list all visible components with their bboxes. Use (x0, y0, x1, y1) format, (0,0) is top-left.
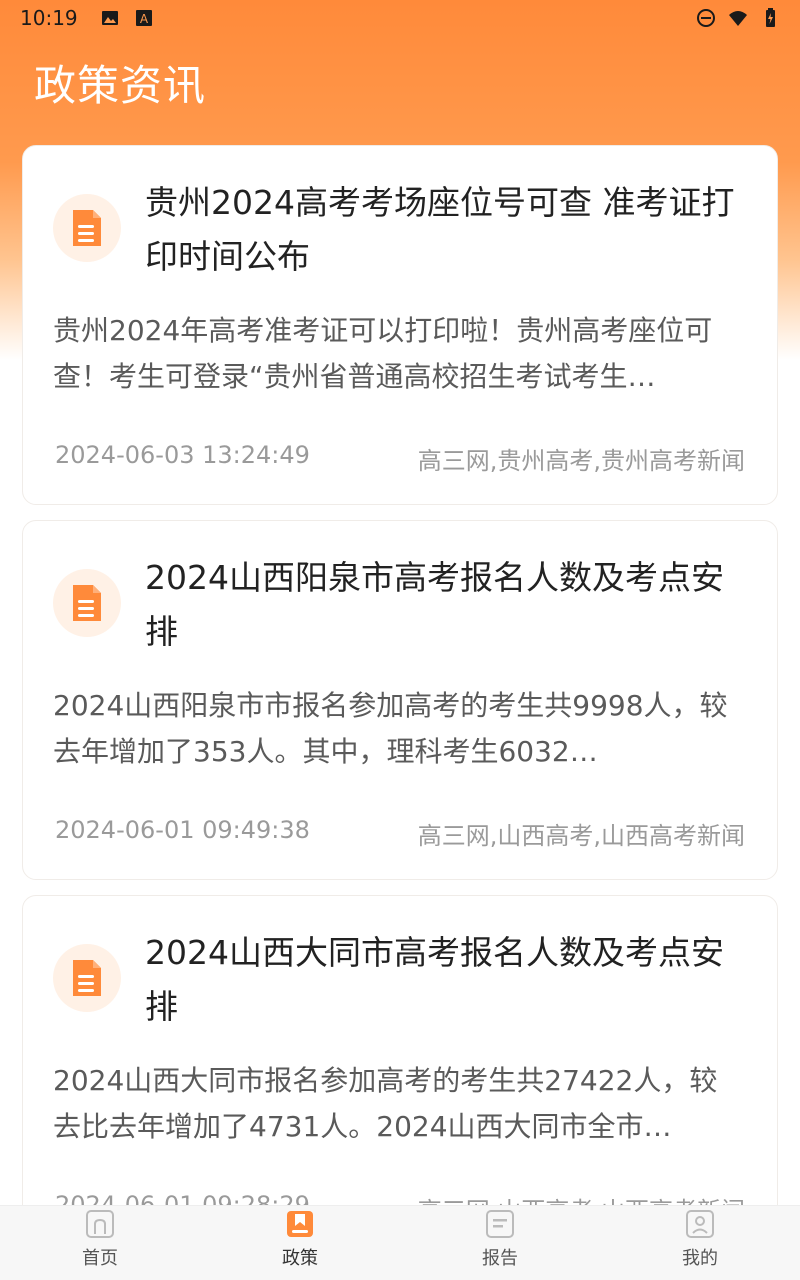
tab-home-label: 首页 (82, 1248, 118, 1269)
tab-profile[interactable]: 我的 (600, 1206, 800, 1280)
article-summary: 2024山西阳泉市市报名参加高考的考生共9998人，较去年增加了353人。其中，… (53, 689, 728, 768)
status-time: 10:19 (20, 6, 78, 30)
home-icon (86, 1210, 114, 1238)
battery-icon (766, 8, 775, 27)
article-summary: 贵州2024年高考准考证可以打印啦！贵州高考座位可查！考生可登录“贵州省普通高校… (53, 314, 713, 393)
tab-home[interactable]: 首页 (0, 1206, 200, 1280)
article-date: 2024-06-01 09:49:38 (55, 816, 310, 844)
article-summary: 2024山西大同市报名参加高考的考生共27422人，较去比去年增加了4731人。… (53, 1064, 718, 1143)
document-icon (53, 944, 121, 1012)
article-tags: 高三网,山西高考,山西高考新闻 (417, 822, 745, 850)
dnd-icon (697, 9, 715, 27)
tab-policy-label: 政策 (282, 1248, 318, 1269)
article-card[interactable]: 贵州2024高考考场座位号可查 准考证打印时间公布 贵州2024年高考准考证可以… (22, 145, 778, 505)
article-meta: 2024-06-03 13:24:49 高三网,贵州高考,贵州高考新闻 (55, 441, 745, 475)
article-card[interactable]: 2024山西阳泉市高考报名人数及考点安排 2024山西阳泉市市报名参加高考的考生… (22, 520, 778, 880)
article-title: 2024山西大同市高考报名人数及考点安排 (145, 933, 724, 1026)
article-meta: 2024-06-01 09:49:38 高三网,山西高考,山西高考新闻 (55, 816, 745, 850)
article-tags: 高三网,贵州高考,贵州高考新闻 (417, 447, 745, 475)
tab-report[interactable]: 报告 (400, 1206, 600, 1280)
wifi-icon (729, 11, 747, 26)
article-date: 2024-06-03 13:24:49 (55, 441, 310, 469)
profile-icon (686, 1210, 714, 1238)
svg-text:A: A (140, 12, 149, 26)
image-icon (101, 11, 118, 25)
tab-policy[interactable]: 政策 (200, 1206, 400, 1280)
tab-report-label: 报告 (482, 1248, 518, 1269)
bookmark-icon (287, 1211, 313, 1237)
status-bar: 10:19 A (0, 0, 800, 36)
page-title: 政策资讯 (34, 61, 207, 110)
document-icon (53, 194, 121, 262)
article-title: 2024山西阳泉市高考报名人数及考点安排 (145, 558, 724, 651)
font-icon: A (135, 10, 152, 26)
article-title: 贵州2024高考考场座位号可查 准考证打印时间公布 (145, 183, 735, 276)
article-card[interactable]: 2024山西大同市高考报名人数及考点安排 2024山西大同市报名参加高考的考生共… (22, 895, 778, 1255)
article-list: 贵州2024高考考场座位号可查 准考证打印时间公布 贵州2024年高考准考证可以… (22, 145, 778, 1270)
tab-profile-label: 我的 (682, 1248, 718, 1269)
bottom-tab-bar: 首页 政策 报告 我的 (0, 1205, 800, 1280)
document-icon (53, 569, 121, 637)
report-icon (486, 1210, 514, 1238)
